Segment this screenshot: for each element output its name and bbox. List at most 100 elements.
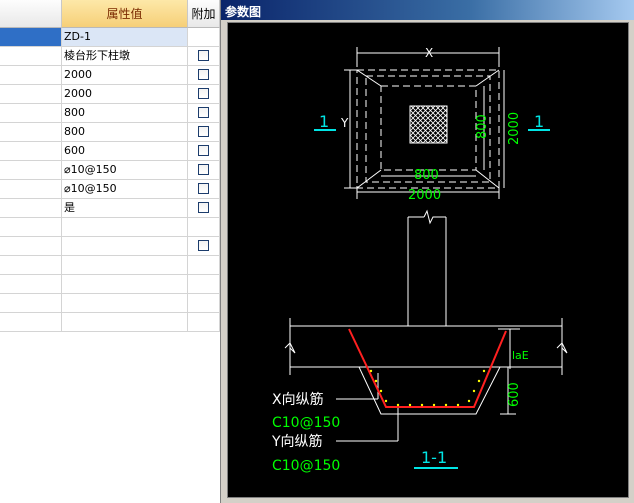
- rebar-dot: [432, 403, 436, 407]
- rebar-dot: [379, 389, 383, 393]
- grid-row[interactable]: [0, 275, 220, 294]
- row-value-cell[interactable]: 是: [62, 199, 188, 218]
- drawing-svg: X Y 800 800 2000 2000 1 1 laE 600 X向纵筋 C…: [271, 46, 568, 474]
- row-add-cell: [188, 275, 220, 294]
- section-title: 1-1: [421, 448, 447, 467]
- y-rebar-label: Y向纵筋: [271, 433, 323, 450]
- x-rebar-label: X向纵筋: [272, 391, 324, 408]
- row-value-cell[interactable]: [62, 256, 188, 275]
- header-add[interactable]: 附加: [188, 0, 220, 28]
- x-rebar-spec: C10@150: [272, 415, 340, 431]
- rebar-dot: [369, 369, 373, 373]
- section-mark-left: 1: [319, 112, 329, 131]
- row-value-cell[interactable]: 800: [62, 123, 188, 142]
- dim-y-label: Y: [340, 116, 349, 130]
- add-checkbox[interactable]: [198, 145, 209, 156]
- row-name-cell[interactable]: [0, 161, 62, 180]
- grid-row[interactable]: ⌀10@150: [0, 180, 220, 199]
- add-checkbox[interactable]: [198, 164, 209, 175]
- row-value-cell[interactable]: [62, 294, 188, 313]
- row-name-cell[interactable]: [0, 256, 62, 275]
- row-value-cell[interactable]: [62, 218, 188, 237]
- grid-row[interactable]: [0, 313, 220, 332]
- row-value-cell[interactable]: 2000: [62, 66, 188, 85]
- rebar-dot: [456, 403, 460, 407]
- rebar-dot: [482, 369, 486, 373]
- grid-row[interactable]: ZD-1: [0, 28, 220, 47]
- row-add-cell: [188, 142, 220, 161]
- row-value-cell[interactable]: 800: [62, 104, 188, 123]
- row-value-cell[interactable]: 棱台形下柱墩: [62, 47, 188, 66]
- add-checkbox[interactable]: [198, 240, 209, 251]
- grid-row[interactable]: 2000: [0, 85, 220, 104]
- row-value-cell[interactable]: ⌀10@150: [62, 161, 188, 180]
- row-value-cell[interactable]: [62, 237, 188, 256]
- window-titlebar[interactable]: 参数图: [221, 0, 634, 20]
- header-name[interactable]: [0, 0, 62, 28]
- dim-outer-w-label: 2000: [408, 188, 441, 203]
- row-add-cell: [188, 199, 220, 218]
- row-value-cell[interactable]: 2000: [62, 85, 188, 104]
- row-name-cell[interactable]: [0, 313, 62, 332]
- plan-corner-bl: [356, 169, 382, 189]
- add-checkbox[interactable]: [198, 202, 209, 213]
- parameter-window: 参数图 X Y 800 800 2000 2000 1 1 laE 600 X向…: [220, 0, 634, 503]
- row-name-cell[interactable]: [0, 66, 62, 85]
- add-checkbox[interactable]: [198, 126, 209, 137]
- row-name-cell[interactable]: [0, 294, 62, 313]
- row-name-cell[interactable]: [0, 218, 62, 237]
- row-name-cell[interactable]: [0, 28, 62, 47]
- grid-row[interactable]: 是: [0, 199, 220, 218]
- dim-inner-h-label: 800: [475, 114, 490, 139]
- grid-row[interactable]: [0, 237, 220, 256]
- grid-row[interactable]: [0, 294, 220, 313]
- plan-corner-tr: [475, 69, 500, 87]
- row-name-cell[interactable]: [0, 85, 62, 104]
- row-value-cell[interactable]: [62, 313, 188, 332]
- row-value-cell[interactable]: ⌀10@150: [62, 180, 188, 199]
- row-add-cell: [188, 123, 220, 142]
- grid-header: 属性值 附加: [0, 0, 220, 28]
- grid-row[interactable]: 2000: [0, 66, 220, 85]
- rebar-dot: [444, 403, 448, 407]
- add-checkbox[interactable]: [198, 69, 209, 80]
- row-add-cell: [188, 85, 220, 104]
- grid-row[interactable]: [0, 256, 220, 275]
- row-add-cell: [188, 47, 220, 66]
- row-name-cell[interactable]: [0, 237, 62, 256]
- row-add-cell: [188, 237, 220, 256]
- grid-row[interactable]: 棱台形下柱墩: [0, 47, 220, 66]
- row-name-cell[interactable]: [0, 275, 62, 294]
- column-break-symbol: [423, 209, 446, 225]
- row-add-cell: [188, 313, 220, 332]
- grid-row[interactable]: 600: [0, 142, 220, 161]
- add-checkbox[interactable]: [198, 183, 209, 194]
- plan-corner-br: [475, 169, 500, 189]
- grid-row[interactable]: 800: [0, 104, 220, 123]
- row-add-cell: [188, 28, 220, 47]
- add-checkbox[interactable]: [198, 107, 209, 118]
- grid-row[interactable]: [0, 218, 220, 237]
- row-name-cell[interactable]: [0, 180, 62, 199]
- rebar-dot: [472, 389, 476, 393]
- row-name-cell[interactable]: [0, 104, 62, 123]
- row-value-cell[interactable]: ZD-1: [62, 28, 188, 47]
- plan-corner-tl: [356, 69, 382, 87]
- lae-label: laE: [512, 349, 529, 362]
- row-add-cell: [188, 161, 220, 180]
- header-value[interactable]: 属性值: [62, 0, 188, 28]
- grid-row[interactable]: ⌀10@150: [0, 161, 220, 180]
- row-name-cell[interactable]: [0, 142, 62, 161]
- dim-x-label: X: [425, 46, 433, 60]
- row-name-cell[interactable]: [0, 199, 62, 218]
- row-value-cell[interactable]: 600: [62, 142, 188, 161]
- grid-row[interactable]: 800: [0, 123, 220, 142]
- add-checkbox[interactable]: [198, 88, 209, 99]
- row-name-cell[interactable]: [0, 123, 62, 142]
- add-checkbox[interactable]: [198, 50, 209, 61]
- property-grid: 属性值 附加 ZD-1 棱台形下柱墩 2000 2000 800 800 600 ⌀10@15…: [0, 0, 220, 503]
- row-add-cell: [188, 104, 220, 123]
- section-mark-right: 1: [534, 112, 544, 131]
- row-name-cell[interactable]: [0, 47, 62, 66]
- row-value-cell[interactable]: [62, 275, 188, 294]
